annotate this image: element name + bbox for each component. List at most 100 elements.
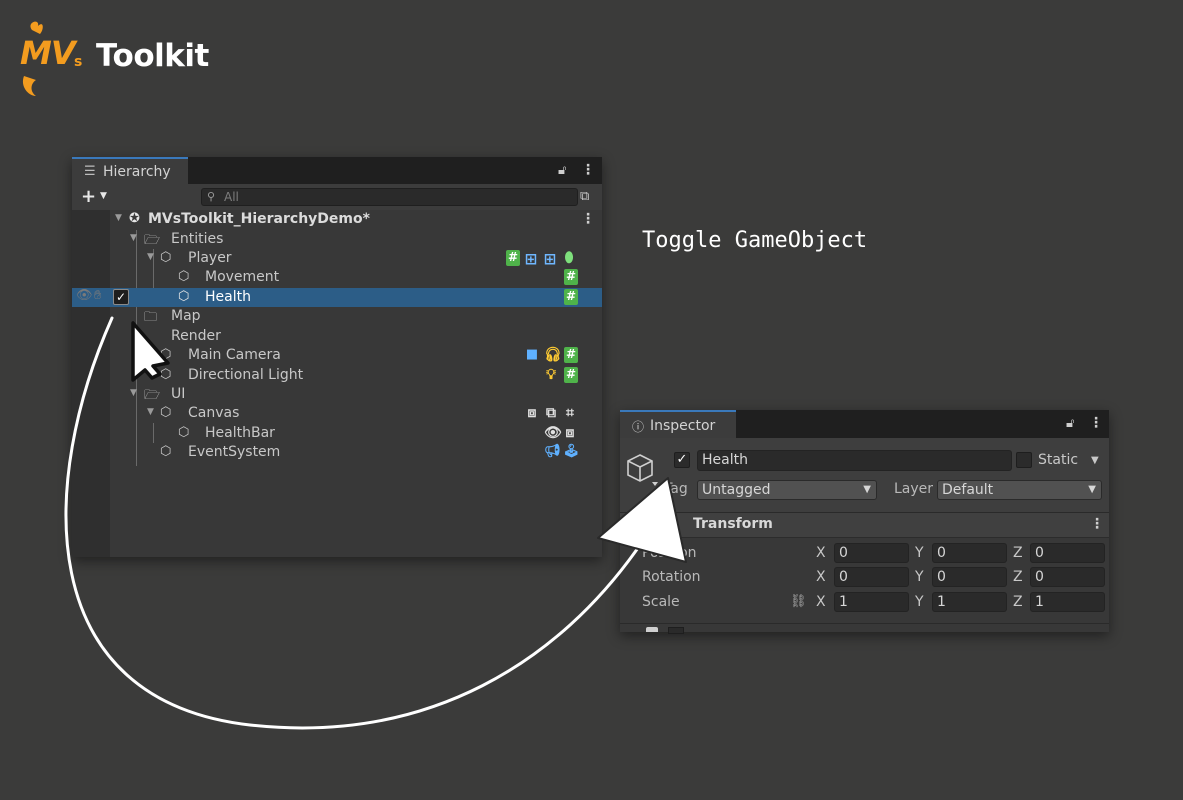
search-placeholder: All: [224, 190, 239, 204]
axis-z-label: Z: [1013, 569, 1023, 585]
gameobject-cube-icon: [627, 454, 658, 486]
canvas-scaler-icon: ⧉: [546, 405, 556, 421]
position-y-field[interactable]: 0: [932, 543, 1007, 563]
unity-scene-icon: ✪: [129, 211, 140, 226]
static-dropdown-icon[interactable]: ▼: [1091, 455, 1099, 466]
chevron-down-icon: ▼: [863, 484, 871, 495]
tag-dropdown[interactable]: Untagged ▼: [697, 480, 877, 500]
divider: [620, 623, 1109, 624]
tree-label: EventSystem: [188, 444, 281, 460]
light-object-icon: ⬡: [160, 367, 172, 382]
tree-row-entities[interactable]: ▼ 🗁︎ Entities: [72, 230, 602, 249]
fold-arrow-icon[interactable]: ▼: [130, 388, 137, 398]
hierarchy-tab-bar: ☰ Hierarchy 🔓︎ ⋮: [72, 157, 602, 184]
tree-label: Canvas: [188, 405, 240, 421]
fold-arrow-icon[interactable]: ▼: [147, 252, 154, 262]
layer-dropdown[interactable]: Default ▼: [937, 480, 1102, 500]
lock-icon[interactable]: 🔓︎: [1066, 416, 1074, 431]
rotation-label: Rotation: [642, 569, 701, 585]
fold-arrow-icon[interactable]: ▼: [130, 233, 137, 243]
rotation-z-field[interactable]: 0: [1030, 567, 1105, 587]
tree-row-eventsystem[interactable]: ⬡ EventSystem 📢︎ 🕹︎: [72, 443, 602, 462]
tab-hierarchy[interactable]: ☰ Hierarchy: [72, 157, 188, 184]
axis-z-label: Z: [1013, 545, 1023, 561]
search-input[interactable]: ⚲ All: [201, 188, 578, 206]
script-icon: #: [564, 289, 578, 305]
tree-row-healthbar[interactable]: ⬡ HealthBar 👁︎ ⧈: [72, 424, 602, 443]
transform-title: Transform: [693, 516, 773, 532]
grid-icon: ⊞: [524, 250, 538, 268]
gameobject-script-icon: ⬡: [178, 269, 190, 284]
next-component-checkbox[interactable]: [668, 627, 684, 634]
rect-transform-icon: ⌗: [566, 405, 574, 421]
light-bulb-icon: 💡︎: [546, 367, 556, 383]
tree-row-directional-light[interactable]: ⬡ Directional Light 💡︎ #: [72, 366, 602, 385]
camera-icon: ■: [525, 347, 539, 362]
name-field[interactable]: Health: [697, 450, 1012, 471]
position-z-field[interactable]: 0: [1030, 543, 1105, 563]
chevron-down-icon[interactable]: ▼: [100, 191, 107, 201]
logo-s: s: [74, 54, 83, 70]
eventsystem-object-icon: ⬡: [160, 444, 172, 459]
caption: Toggle GameObject: [642, 228, 868, 253]
camera-object-icon: ⬡: [160, 347, 172, 362]
add-button[interactable]: +: [81, 186, 96, 207]
tree-row-movement[interactable]: ⬡ Movement #: [72, 268, 602, 287]
search-filter-icon[interactable]: ⧉: [580, 189, 589, 204]
tree-label: Entities: [171, 231, 224, 247]
active-checkbox[interactable]: ✓: [674, 452, 690, 468]
tree-row-health[interactable]: 👁︎ ✋︎ ✓ ⬡ Health #: [72, 288, 602, 307]
tree-row-canvas[interactable]: ▼ ⬡ Canvas ⧈ ⧉ ⌗: [72, 404, 602, 423]
fold-arrow-icon[interactable]: ▼: [115, 213, 122, 223]
component-menu-icon[interactable]: ⋮: [1090, 516, 1104, 532]
scene-row[interactable]: ▼ ✪ MVsToolkit_HierarchyDemo* ⋮: [72, 210, 602, 229]
position-label: Position: [642, 545, 697, 561]
gameobject-script-icon: ⬡: [160, 250, 172, 265]
lock-icon[interactable]: 🔓︎: [558, 163, 566, 178]
axis-y-label: Y: [915, 545, 924, 561]
eye-component-icon: 👁︎: [544, 425, 562, 441]
fold-arrow-icon[interactable]: ▼: [626, 518, 633, 528]
chevron-down-icon: ▼: [1088, 484, 1096, 495]
tree-label: HealthBar: [205, 425, 275, 441]
tag-label: Tag: [664, 481, 688, 497]
logo-mv: MV: [20, 34, 76, 72]
tab-inspector[interactable]: ⓘ Inspector: [620, 410, 736, 438]
scene-menu-icon[interactable]: ⋮: [581, 211, 595, 227]
position-x-field[interactable]: 0: [834, 543, 909, 563]
hierarchy-window: ☰ Hierarchy 🔓︎ ⋮ + ▼ ⚲ All ⧉ ▼ ✪ MVsTool…: [72, 157, 602, 557]
scene-label: MVsToolkit_HierarchyDemo*: [148, 211, 370, 227]
tree-label: Movement: [205, 269, 280, 285]
tree-row-map[interactable]: 🗀︎ Map: [72, 307, 602, 326]
scale-x-field[interactable]: 1: [834, 592, 909, 612]
search-icon: ⚲: [207, 190, 216, 203]
axis-z-label: Z: [1013, 594, 1023, 610]
fold-arrow-icon[interactable]: ▼: [147, 407, 154, 417]
rotation-y-field[interactable]: 0: [932, 567, 1007, 587]
kebab-menu-icon[interactable]: ⋮: [1089, 415, 1103, 431]
tree-row-render[interactable]: Render: [72, 327, 602, 346]
axis-x-label: X: [816, 545, 826, 561]
tree-label: Render: [171, 328, 221, 344]
tree-row-player[interactable]: ▼ ⬡ Player # ⊞ ⊞ ⬮: [72, 249, 602, 268]
tag-value: Untagged: [702, 482, 771, 498]
canvas-object-icon: ⬡: [160, 405, 172, 420]
active-toggle-checkbox[interactable]: ✓: [113, 289, 129, 305]
layer-value: Default: [942, 482, 994, 498]
kebab-menu-icon[interactable]: ⋮: [581, 162, 595, 178]
scale-z-field[interactable]: 1: [1030, 592, 1105, 612]
hierarchy-toolbar: + ▼ ⚲ All ⧉: [72, 184, 602, 211]
rotation-x-field[interactable]: 0: [834, 567, 909, 587]
ui-object-icon: ⬡: [178, 425, 190, 440]
constrain-proportions-icon[interactable]: ⛓︎: [790, 594, 807, 609]
static-label: Static: [1038, 452, 1079, 468]
list-icon: ☰: [84, 164, 96, 179]
eye-icon[interactable]: 👁︎: [76, 288, 93, 303]
pick-hand-icon[interactable]: ✋︎: [94, 288, 101, 303]
scale-y-field[interactable]: 1: [932, 592, 1007, 612]
static-checkbox[interactable]: [1016, 452, 1032, 468]
tilemap-icon: ⊞: [543, 250, 557, 268]
axis-y-label: Y: [915, 569, 924, 585]
tree-row-ui[interactable]: ▼ 🗁︎ UI: [72, 385, 602, 404]
tree-row-main-camera[interactable]: ⬡ Main Camera ■ 🎧︎ #: [72, 346, 602, 365]
